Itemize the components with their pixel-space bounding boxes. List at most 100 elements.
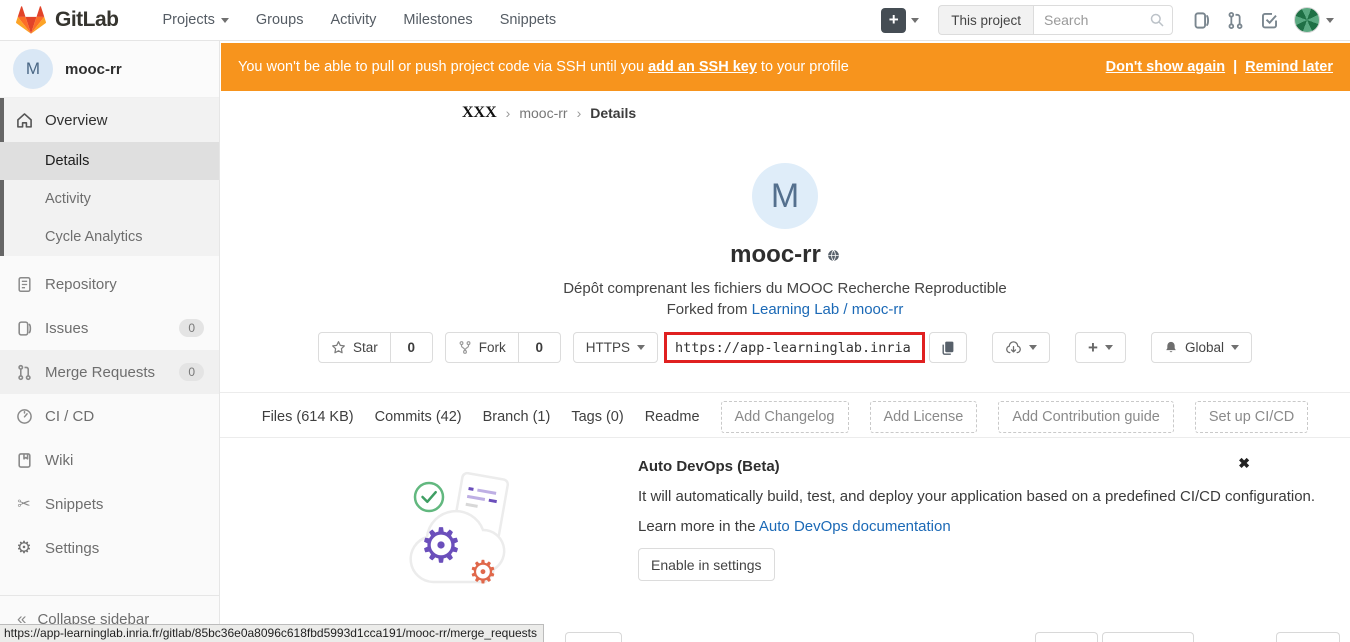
breadcrumb-project[interactable]: mooc-rr: [519, 105, 567, 121]
breadcrumb-group[interactable]: XXX: [462, 104, 497, 122]
new-dropdown[interactable]: +: [881, 8, 919, 33]
add-license-button[interactable]: Add License: [870, 401, 978, 433]
home-icon: [15, 112, 33, 129]
breadcrumb: XXX › mooc-rr › Details: [462, 104, 636, 122]
gitlab-logo[interactable]: GitLab: [16, 6, 119, 34]
cutoff-button[interactable]: [1035, 632, 1098, 642]
nav-groups[interactable]: Groups: [256, 12, 304, 28]
fork-icon: [458, 340, 472, 355]
sidebar-item-merge-requests[interactable]: Merge Requests 0: [0, 350, 219, 394]
breadcrumb-separator: ›: [577, 105, 582, 121]
devops-illustration: ⚙ ⚙: [403, 450, 535, 592]
clipboard-icon: [940, 340, 956, 356]
project-action-row: Star 0 Fork 0 HTTPS: [220, 332, 1350, 363]
gear-icon: ⚙: [419, 520, 462, 573]
devops-doc-link[interactable]: Auto DevOps documentation: [759, 518, 951, 535]
gear-icon: ⚙: [469, 554, 498, 590]
cloud-download-icon: [1005, 340, 1022, 356]
files-link[interactable]: Files (614 KB): [262, 409, 354, 425]
fork-button[interactable]: Fork: [445, 332, 519, 363]
chevron-down-icon: [1231, 345, 1239, 350]
fork-count[interactable]: 0: [519, 332, 561, 363]
dont-show-again-link[interactable]: Don't show again: [1106, 59, 1225, 75]
top-nav-links: Projects Groups Activity Milestones Snip…: [163, 12, 557, 28]
sidebar-project-name: mooc-rr: [65, 61, 122, 78]
star-count[interactable]: 0: [391, 332, 433, 363]
setup-cicd-button[interactable]: Set up CI/CD: [1195, 401, 1308, 433]
add-ssh-key-link[interactable]: add an SSH key: [648, 59, 757, 75]
cutoff-button[interactable]: [565, 632, 622, 642]
project-description: Dépôt comprenant les fichiers du MOOC Re…: [220, 280, 1350, 297]
project-title: mooc-rr: [220, 241, 1350, 269]
plus-icon: +: [881, 8, 906, 33]
project-sidebar: M mooc-rr Overview Details Activity Cycl…: [0, 41, 220, 642]
chevron-down-icon: [1029, 345, 1037, 350]
chevron-down-icon: [1326, 18, 1334, 23]
nav-snippets[interactable]: Snippets: [500, 12, 556, 28]
clone-url-input[interactable]: [664, 332, 925, 363]
cutoff-button[interactable]: [1276, 632, 1340, 642]
nav-projects[interactable]: Projects: [163, 12, 229, 28]
sidebar-item-wiki[interactable]: Wiki: [0, 438, 219, 482]
sidebar-item-issues[interactable]: Issues 0: [0, 306, 219, 350]
enable-in-settings-button[interactable]: Enable in settings: [638, 548, 775, 581]
cutoff-button[interactable]: [1102, 632, 1194, 642]
sidebar-item-cycle-analytics[interactable]: Cycle Analytics: [0, 218, 219, 256]
commits-link[interactable]: Commits (42): [375, 409, 462, 425]
notifications-dropdown[interactable]: Global: [1151, 332, 1252, 363]
assigned-issues-icon[interactable]: [1192, 11, 1211, 30]
plus-icon: +: [1088, 338, 1098, 358]
star-icon: [331, 340, 346, 355]
auto-devops-callout: ⚙ ⚙ Auto DevOps (Beta) It will automatic…: [220, 445, 1350, 605]
brand-name: GitLab: [55, 8, 119, 32]
sidebar-project-header[interactable]: M mooc-rr: [0, 41, 219, 98]
divider: [220, 392, 1350, 393]
merge-requests-icon[interactable]: [1226, 11, 1245, 30]
sidebar-item-details[interactable]: Details: [0, 142, 219, 180]
public-globe-icon: [827, 249, 840, 262]
search-icon: [1149, 12, 1165, 28]
sidebar-section-overview: Overview Details Activity Cycle Analytic…: [0, 98, 219, 256]
chevron-down-icon: [1105, 345, 1113, 350]
sidebar-item-activity[interactable]: Activity: [0, 180, 219, 218]
readme-link[interactable]: Readme: [645, 409, 700, 425]
scissors-icon: ✂: [15, 494, 33, 514]
devops-learn-more: Learn more in the Auto DevOps documentat…: [638, 518, 951, 535]
fork-source-link[interactable]: Learning Lab / mooc-rr: [752, 301, 904, 318]
breadcrumb-page[interactable]: Details: [590, 105, 636, 121]
tags-link[interactable]: Tags (0): [571, 409, 623, 425]
mr-count-badge: 0: [179, 363, 204, 381]
copy-url-button[interactable]: [929, 332, 967, 363]
project-stats-bar: Files (614 KB) Commits (42) Branch (1) T…: [220, 401, 1350, 433]
add-changelog-button[interactable]: Add Changelog: [721, 401, 849, 433]
nav-milestones[interactable]: Milestones: [403, 12, 472, 28]
add-contribution-guide-button[interactable]: Add Contribution guide: [998, 401, 1174, 433]
book-icon: [15, 452, 33, 469]
issues-count-badge: 0: [179, 319, 204, 337]
sidebar-item-snippets[interactable]: ✂ Snippets: [0, 482, 219, 526]
star-button[interactable]: Star: [318, 332, 391, 363]
gauge-icon: [15, 408, 33, 425]
gitlab-tanuki-icon: [16, 6, 46, 34]
sidebar-item-settings[interactable]: ⚙ Settings: [0, 526, 219, 570]
divider: [220, 437, 1350, 438]
close-icon[interactable]: ✖: [1238, 455, 1250, 472]
devops-body: It will automatically build, test, and d…: [638, 488, 1315, 505]
sidebar-item-ci-cd[interactable]: CI / CD: [0, 394, 219, 438]
branch-link[interactable]: Branch (1): [483, 409, 551, 425]
issues-icon: [15, 320, 33, 337]
nav-activity[interactable]: Activity: [330, 12, 376, 28]
gear-icon: ⚙: [15, 538, 33, 558]
sidebar-item-repository[interactable]: Repository: [0, 262, 219, 306]
main-content: XXX › mooc-rr › Details M mooc-rr Dépôt …: [220, 91, 1350, 642]
remind-later-link[interactable]: Remind later: [1245, 59, 1333, 75]
new-item-dropdown[interactable]: +: [1075, 332, 1126, 363]
download-dropdown[interactable]: [992, 332, 1050, 363]
protocol-dropdown[interactable]: HTTPS: [573, 332, 658, 363]
chevron-down-icon: [911, 18, 919, 23]
todos-icon[interactable]: [1260, 11, 1279, 30]
sidebar-item-overview[interactable]: Overview: [0, 98, 219, 142]
document-icon: [15, 276, 33, 293]
user-menu[interactable]: [1294, 7, 1334, 33]
forked-from: Forked from Learning Lab / mooc-rr: [220, 301, 1350, 318]
